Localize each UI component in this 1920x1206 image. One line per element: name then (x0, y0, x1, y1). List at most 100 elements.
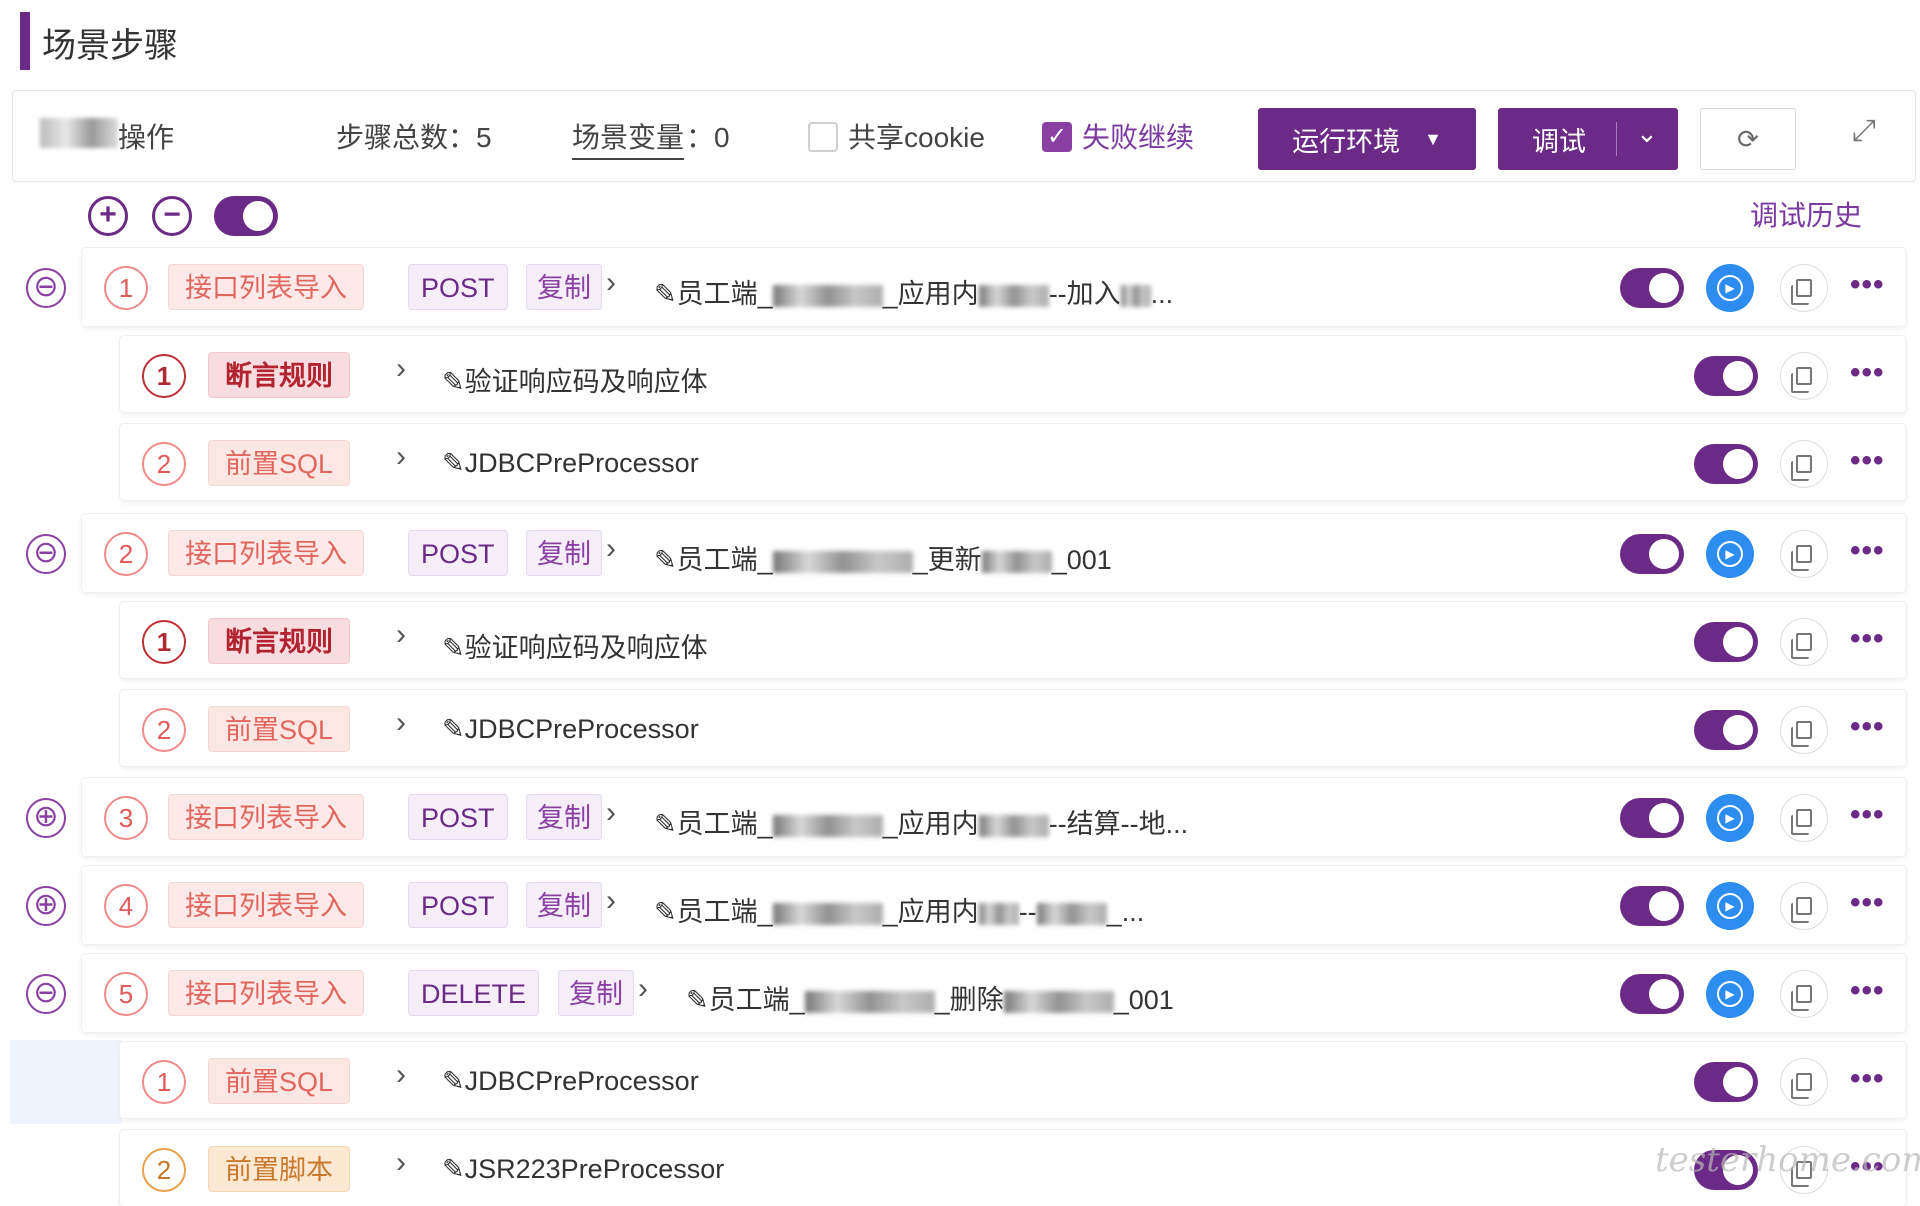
chevron-right-icon[interactable]: › (396, 706, 406, 740)
debug-history-link[interactable]: 调试历史 (1750, 194, 1862, 234)
child-step-name[interactable]: ✎JDBCPreProcessor (442, 448, 699, 479)
copy-step-button[interactable] (1780, 352, 1828, 400)
more-icon[interactable]: ••• (1850, 268, 1885, 302)
more-icon[interactable]: ••• (1850, 534, 1885, 568)
more-icon[interactable]: ••• (1850, 356, 1885, 390)
child-step-card[interactable] (120, 336, 1906, 412)
edit-icon[interactable]: ✎ (442, 367, 465, 397)
copy-step-button[interactable] (1780, 530, 1828, 578)
more-icon[interactable]: ••• (1850, 798, 1885, 832)
copy-step-button[interactable] (1780, 1058, 1828, 1106)
child-step-index: 1 (142, 354, 186, 398)
copy-step-button[interactable] (1780, 970, 1828, 1018)
run-step-button[interactable]: ▶ (1706, 882, 1754, 930)
edit-icon[interactable]: ✎ (442, 714, 465, 744)
step-enable-toggle[interactable] (1620, 886, 1684, 926)
step-name[interactable]: ✎员工端_ _应用内 --加入... (654, 272, 1173, 311)
redacted-text (978, 814, 1049, 837)
child-step-toggle[interactable] (1694, 710, 1758, 750)
edit-icon[interactable]: ✎ (442, 633, 465, 663)
child-step-index: 1 (142, 620, 186, 664)
copy-step-button[interactable] (1780, 618, 1828, 666)
child-step-toggle[interactable] (1694, 356, 1758, 396)
step-enable-toggle[interactable] (1620, 268, 1684, 308)
step-enable-toggle[interactable] (1620, 974, 1684, 1014)
child-step-name[interactable]: ✎JDBCPreProcessor (442, 1066, 699, 1097)
copy-step-button[interactable] (1780, 794, 1828, 842)
share-cookie-checkbox[interactable] (808, 122, 838, 152)
minus-circle-icon[interactable]: − (152, 196, 192, 236)
child-step-name[interactable]: ✎验证响应码及响应体 (442, 626, 708, 665)
collapse-step-icon[interactable]: ⊖ (26, 268, 66, 308)
collapse-step-icon[interactable]: ⊖ (26, 974, 66, 1014)
chevron-right-icon[interactable]: › (638, 972, 648, 1006)
run-step-button[interactable]: ▶ (1706, 794, 1754, 842)
edit-icon[interactable]: ✎ (442, 1066, 465, 1096)
step-enable-toggle[interactable] (1620, 798, 1684, 838)
collapse-step-icon[interactable]: ⊖ (26, 534, 66, 574)
refresh-button[interactable]: ⟳ (1700, 108, 1796, 170)
chevron-right-icon[interactable]: › (606, 266, 616, 300)
run-step-button[interactable]: ▶ (1706, 264, 1754, 312)
more-icon[interactable]: ••• (1850, 444, 1885, 478)
step-name[interactable]: ✎员工端_ _应用内 -- _... (654, 890, 1144, 929)
scene-variable-link[interactable]: 场景变量 (572, 116, 685, 160)
more-icon[interactable]: ••• (1850, 886, 1885, 920)
child-step-name[interactable]: ✎验证响应码及响应体 (442, 360, 708, 399)
copy-step-button[interactable] (1780, 440, 1828, 488)
step-name[interactable]: ✎员工端_ _应用内 --结算--地... (654, 802, 1188, 841)
chevron-right-icon[interactable]: › (606, 796, 616, 830)
edit-icon[interactable]: ✎ (442, 1154, 465, 1184)
run-env-button[interactable]: 运行环境 ▼ (1258, 108, 1476, 170)
edit-icon[interactable]: ✎ (654, 897, 677, 927)
more-icon[interactable]: ••• (1850, 974, 1885, 1008)
chevron-right-icon[interactable]: › (606, 884, 616, 918)
redacted-text (978, 284, 1049, 307)
run-step-button[interactable]: ▶ (1706, 970, 1754, 1018)
child-step-toggle[interactable] (1694, 1062, 1758, 1102)
edit-icon[interactable]: ✎ (654, 809, 677, 839)
chevron-right-icon[interactable]: › (396, 618, 406, 652)
copy-step-button[interactable] (1780, 706, 1828, 754)
step-enable-toggle[interactable] (1620, 534, 1684, 574)
child-step-type-tag: 前置SQL (208, 706, 351, 752)
chevron-right-icon[interactable]: › (396, 1058, 406, 1092)
child-step-name[interactable]: ✎JDBCPreProcessor (442, 714, 699, 745)
expand-step-icon[interactable]: ⊕ (26, 798, 66, 838)
child-step-card[interactable] (120, 1130, 1906, 1206)
child-step-card[interactable] (120, 602, 1906, 678)
step-name[interactable]: ✎员工端_ _删除 _001 (686, 978, 1174, 1017)
child-step-toggle[interactable] (1694, 622, 1758, 662)
play-icon: ▶ (1717, 541, 1743, 567)
chevron-right-icon[interactable]: › (396, 352, 406, 386)
debug-button[interactable]: 调试 ⌄ (1498, 108, 1678, 170)
more-icon[interactable]: ••• (1850, 622, 1885, 656)
chevron-right-icon[interactable]: › (606, 532, 616, 566)
copy-icon (1791, 809, 1812, 835)
child-step-card[interactable] (120, 690, 1906, 766)
chevron-down-icon[interactable]: ⌄ (1636, 118, 1658, 149)
edit-icon[interactable]: ✎ (686, 985, 709, 1015)
global-toggle[interactable] (214, 196, 278, 236)
edit-icon[interactable]: ✎ (654, 279, 677, 309)
run-step-button[interactable]: ▶ (1706, 530, 1754, 578)
child-step-name[interactable]: ✎JSR223PreProcessor (442, 1154, 724, 1185)
check-icon: ✓ (1046, 123, 1068, 150)
edit-icon[interactable]: ✎ (442, 448, 465, 478)
plus-circle-icon[interactable]: + (88, 196, 128, 236)
expand-step-icon[interactable]: ⊕ (26, 886, 66, 926)
chevron-right-icon[interactable]: › (396, 440, 406, 474)
child-step-toggle[interactable] (1694, 444, 1758, 484)
more-icon[interactable]: ••• (1850, 1062, 1885, 1096)
child-step-index: 2 (142, 442, 186, 486)
expand-icon[interactable]: ⤢ (1852, 114, 1876, 148)
child-step-card[interactable] (120, 424, 1906, 500)
more-icon[interactable]: ••• (1850, 710, 1885, 744)
child-step-card[interactable] (120, 1042, 1906, 1118)
edit-icon[interactable]: ✎ (654, 545, 677, 575)
fail-continue-checkbox[interactable]: ✓ (1042, 122, 1072, 152)
copy-step-button[interactable] (1780, 882, 1828, 930)
chevron-right-icon[interactable]: › (396, 1146, 406, 1180)
step-name[interactable]: ✎员工端_ _更新 _001 (654, 538, 1112, 577)
copy-step-button[interactable] (1780, 264, 1828, 312)
